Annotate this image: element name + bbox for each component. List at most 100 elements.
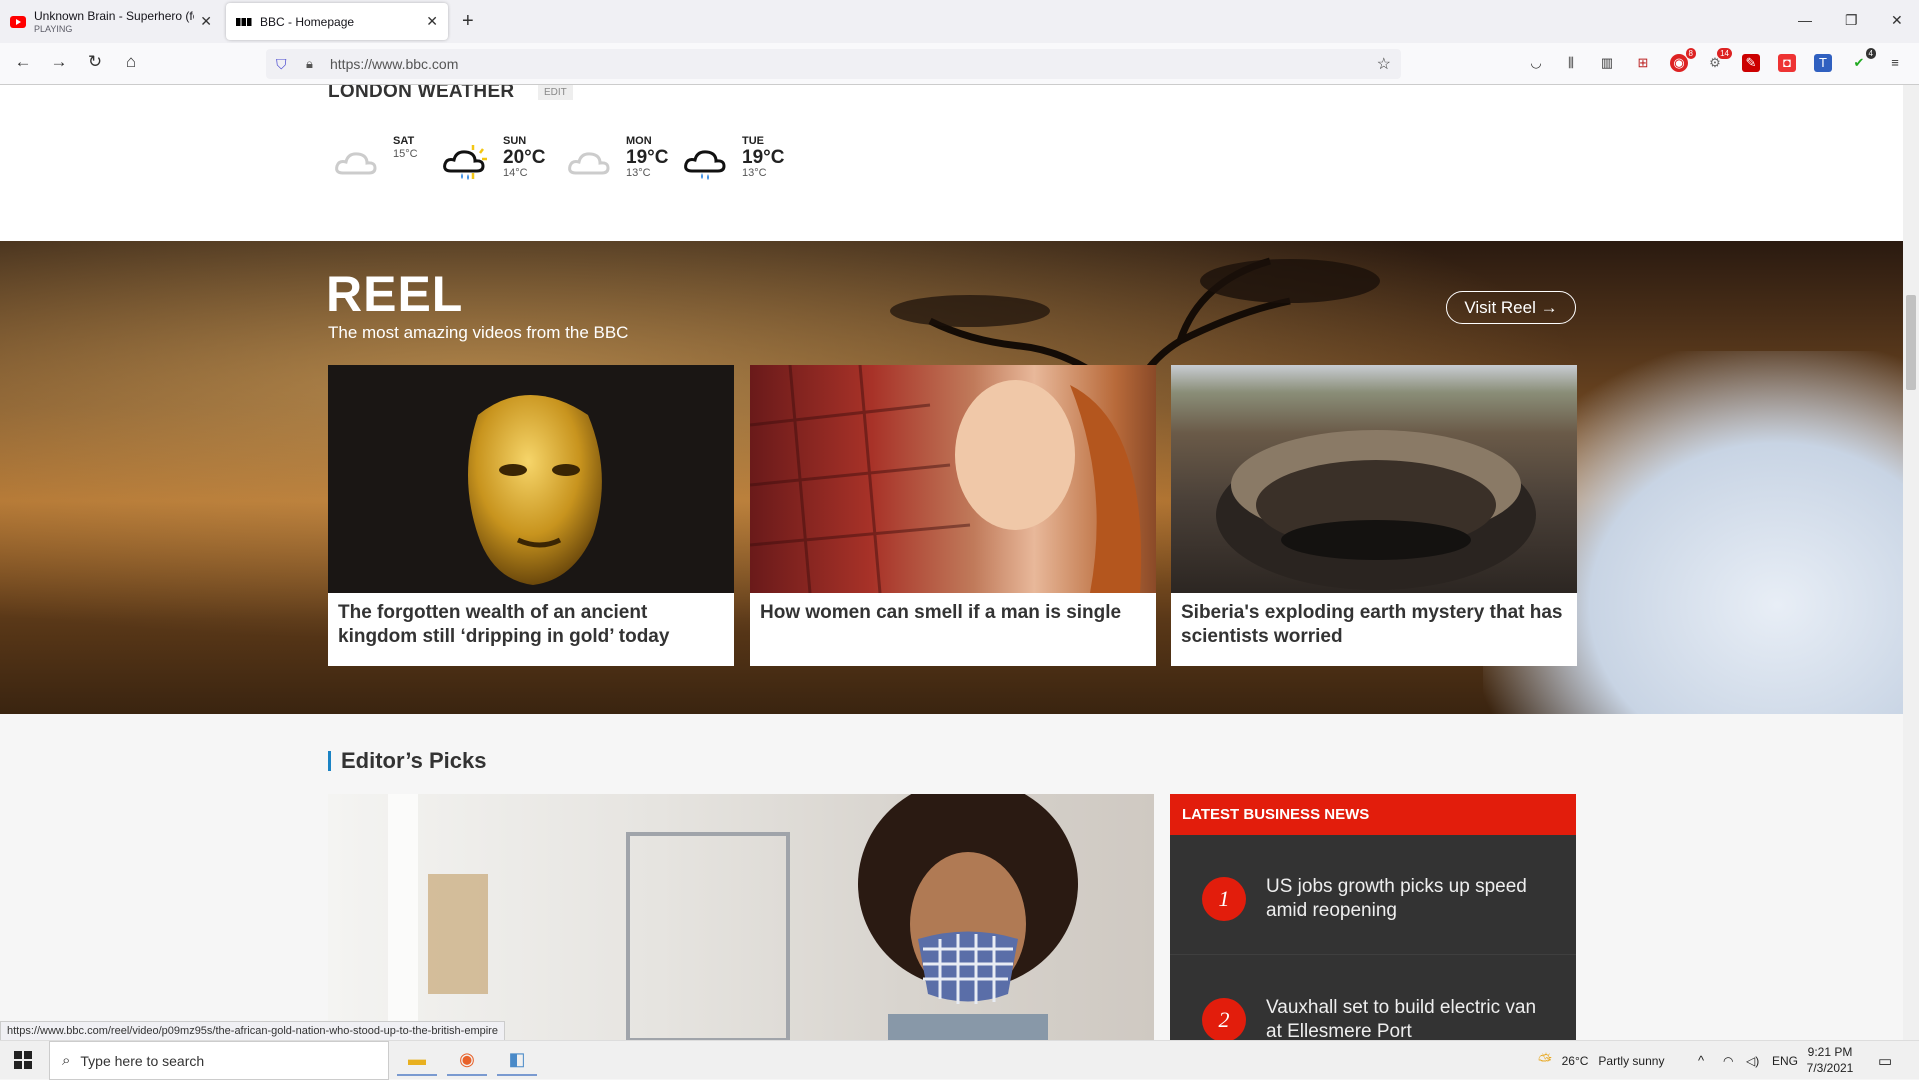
editors-pick-image[interactable] <box>328 794 1154 1040</box>
tab-bar: Unknown Brain - Superhero (fe PLAYING ✕ … <box>0 0 1919 43</box>
day-name: MON <box>626 135 652 147</box>
restore-icon[interactable]: ❐ <box>1845 12 1858 29</box>
weather-day[interactable]: TUE 19°C 13°C <box>682 135 802 195</box>
sun-rain-cloud-icon <box>443 145 487 180</box>
file-explorer-icon[interactable]: ▬ <box>397 1045 437 1076</box>
chevron-up-icon[interactable]: ^ <box>1698 1041 1704 1080</box>
reel-card[interactable]: How women can smell if a man is single <box>750 365 1156 666</box>
link-status-bar: https://www.bbc.com/reel/video/p09mz95s/… <box>0 1021 505 1041</box>
day-name: SUN <box>503 135 527 147</box>
cloud-icon <box>335 152 377 175</box>
bbc-homepage: LONDON WEATHER EDIT SAT 15°C SUN 20°C 14… <box>0 85 1903 1040</box>
firefox-icon[interactable]: ◉ <box>447 1045 487 1076</box>
bbc-icon <box>236 17 252 26</box>
reel-card[interactable]: Siberia's exploding earth mystery that h… <box>1171 365 1577 666</box>
card-image-gold-mask[interactable] <box>328 365 734 593</box>
news-headline[interactable]: Vauxhall set to build electric van at El… <box>1266 996 1556 1040</box>
sidebar-icon[interactable]: ▥ <box>1598 54 1616 72</box>
taskbar-search[interactable]: ⌕ Type here to search <box>49 1041 389 1080</box>
arrow-right-icon: → <box>1540 297 1558 317</box>
reel-card[interactable]: The forgotten wealth of an ancient kingd… <box>328 365 734 666</box>
scrollbar-thumb[interactable] <box>1906 295 1916 390</box>
home-icon[interactable]: ⌂ <box>119 52 143 72</box>
woman-mask-image <box>388 794 1078 1040</box>
weather-day[interactable]: MON 19°C 13°C <box>566 135 686 195</box>
badge: 8 <box>1685 48 1696 59</box>
windows-taskbar: ⌕ Type here to search ▬ ◉ ◧ ⛅︎ 26°C Part… <box>0 1040 1919 1080</box>
badge: 4 <box>1865 48 1876 59</box>
forward-icon[interactable]: → <box>47 52 71 72</box>
weather-day[interactable]: SUN 20°C 14°C <box>443 135 563 195</box>
bookmark-star-icon[interactable]: ☆ <box>1377 54 1391 74</box>
notifications-icon[interactable]: ▭ <box>1878 1041 1892 1080</box>
close-tab-icon[interactable]: ✕ <box>200 13 212 30</box>
search-placeholder: Type here to search <box>80 1052 205 1069</box>
close-tab-icon[interactable]: ✕ <box>426 13 438 30</box>
clock-date: 7/3/2021 <box>1806 1061 1854 1075</box>
pdf-extension-icon[interactable]: ✎ <box>1742 54 1760 72</box>
menu-icon[interactable]: ≡ <box>1886 54 1904 72</box>
tab-playing-label: PLAYING <box>34 24 73 34</box>
back-icon[interactable]: ← <box>11 52 35 72</box>
rank-badge: 2 <box>1202 998 1246 1040</box>
clock-time: 9:21 PM <box>1807 1045 1853 1059</box>
minimize-icon[interactable]: — <box>1798 12 1812 28</box>
search-icon: ⌕ <box>62 1052 71 1069</box>
weather-day[interactable]: SAT 15°C <box>333 135 453 195</box>
business-news-panel: LATEST BUSINESS NEWS 1 US jobs growth pi… <box>1170 794 1576 1040</box>
extension-gear-icon[interactable]: ⚙ 14 <box>1706 48 1732 72</box>
day-name: TUE <box>742 135 764 147</box>
new-tab-icon[interactable]: + <box>462 10 474 33</box>
news-headline[interactable]: US jobs growth picks up speed amid reope… <box>1266 875 1556 923</box>
close-window-icon[interactable]: ✕ <box>1891 12 1903 29</box>
ublock-icon[interactable]: ◉ 8 <box>1670 48 1696 72</box>
shield-check-icon[interactable]: ✔ 4 <box>1850 48 1876 72</box>
card-image-couple[interactable] <box>750 365 1156 593</box>
shield-icon[interactable]: ⛉ <box>276 56 292 73</box>
reel-title[interactable]: REEL <box>326 265 463 323</box>
taskbar-clock[interactable]: 9:21 PM 7/3/2021 <box>1795 1044 1865 1076</box>
business-news-item[interactable]: 2 Vauxhall set to build electric van at … <box>1170 956 1576 1040</box>
day-low: 13°C <box>742 167 767 179</box>
lock-icon[interactable]: 🔒︎ <box>306 56 320 72</box>
visit-reel-label: Visit Reel <box>1464 297 1536 317</box>
card-caption[interactable]: How women can smell if a man is single <box>760 601 1146 625</box>
extension-icon[interactable]: ⊞ <box>1634 54 1652 72</box>
badge: 14 <box>1717 48 1732 59</box>
day-name: SAT <box>393 135 415 147</box>
windows-start-icon[interactable] <box>14 1051 32 1069</box>
taskbar-temp: 26°C <box>1561 1053 1589 1068</box>
weather-edit-button[interactable]: EDIT <box>538 85 573 100</box>
reload-icon[interactable]: ↻ <box>83 52 107 72</box>
day-low: 13°C <box>626 167 651 179</box>
editors-picks-heading: Editor’s Picks <box>328 750 487 772</box>
cloud-icon <box>568 152 610 175</box>
network-icon[interactable]: ◠ <box>1723 1041 1733 1080</box>
reel-tagline: The most amazing videos from the BBC <box>328 323 629 342</box>
screenshot-icon[interactable]: ◘ <box>1778 54 1796 72</box>
card-image-crater[interactable] <box>1171 365 1577 593</box>
gold-mask-image <box>468 395 602 585</box>
tab-youtube[interactable]: Unknown Brain - Superhero (fe PLAYING ✕ <box>0 3 222 40</box>
address-bar[interactable]: ⛉ 🔒︎ https://www.bbc.com ☆ <box>266 49 1401 79</box>
day-high: 19°C <box>626 147 669 168</box>
library-icon[interactable]: ⫼ <box>1562 54 1580 72</box>
card-caption[interactable]: The forgotten wealth of an ancient kingd… <box>338 601 724 649</box>
tab-title: BBC - Homepage <box>260 14 355 29</box>
taskbar-weather[interactable]: ⛅︎ 26°C Partly sunny <box>1538 1041 1664 1080</box>
navigation-toolbar: ← → ↻ ⌂ ⛉ 🔒︎ https://www.bbc.com ☆ ◡ ⫼ ▥… <box>0 43 1919 85</box>
card-caption[interactable]: Siberia's exploding earth mystery that h… <box>1181 601 1567 649</box>
tab-bbc[interactable]: BBC - Homepage ✕ <box>226 3 448 40</box>
url-text[interactable]: https://www.bbc.com <box>330 56 458 72</box>
day-low: 14°C <box>503 167 528 179</box>
weather-title: LONDON WEATHER <box>328 85 515 102</box>
volume-icon[interactable]: ◁) <box>1746 1041 1759 1080</box>
business-news-header[interactable]: LATEST BUSINESS NEWS <box>1170 794 1576 835</box>
business-news-item[interactable]: 1 US jobs growth picks up speed amid reo… <box>1170 835 1576 955</box>
translate-icon[interactable]: T <box>1814 54 1832 72</box>
crater-image <box>1216 430 1536 590</box>
page-scrollbar[interactable] <box>1903 85 1919 1040</box>
pocket-icon[interactable]: ◡ <box>1527 54 1545 72</box>
visit-reel-button[interactable]: Visit Reel → <box>1446 291 1576 324</box>
app-icon[interactable]: ◧ <box>497 1045 537 1076</box>
